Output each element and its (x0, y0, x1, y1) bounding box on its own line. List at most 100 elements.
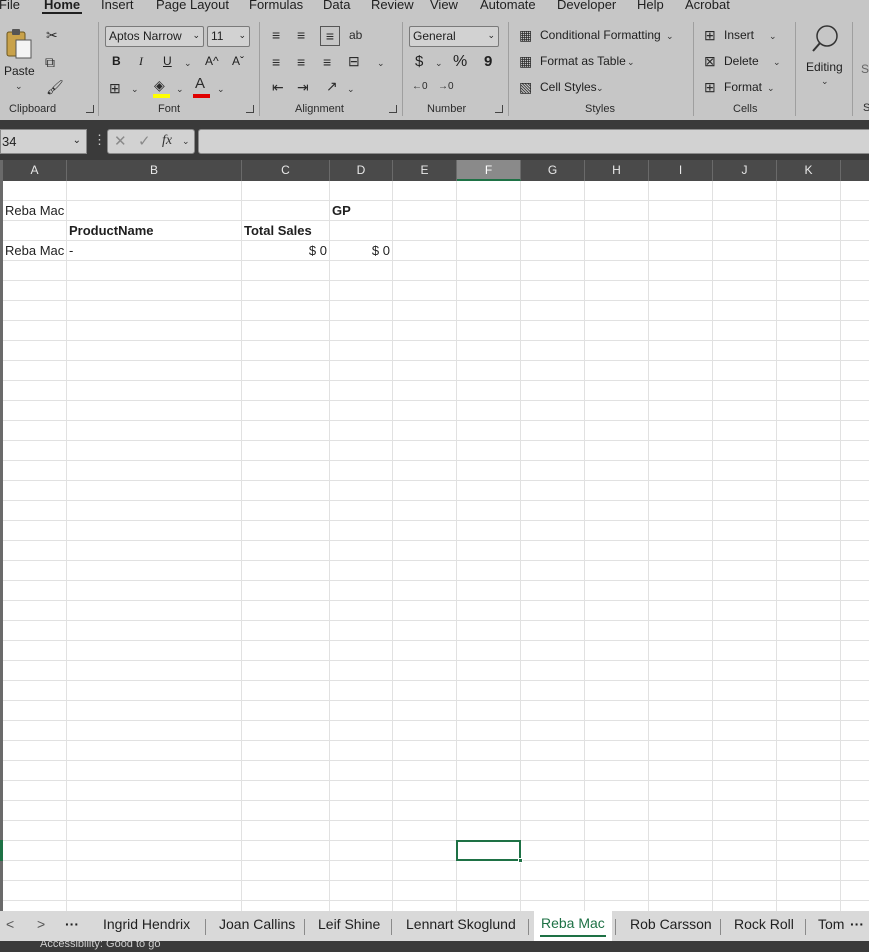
column-header-i[interactable]: I (649, 160, 713, 181)
wrap-text-icon[interactable]: ab (349, 28, 362, 42)
menu-page-layout[interactable]: Page Layout (156, 0, 229, 12)
align-bottom-icon[interactable]: ≡ (320, 26, 340, 46)
font-size-select[interactable]: 11 ⌄ (207, 26, 250, 47)
shrink-font-button[interactable]: Aˇ (232, 54, 244, 68)
orientation-icon[interactable]: ↗ (326, 79, 338, 93)
accessibility-status[interactable]: Accessibility: Good to go (40, 941, 160, 950)
number-format-select[interactable]: General ⌄ (409, 26, 499, 47)
menu-developer[interactable]: Developer (557, 0, 616, 12)
cell-d2[interactable]: GP (332, 201, 351, 221)
bold-button[interactable]: B (112, 54, 121, 68)
enter-icon[interactable]: ✓ (138, 132, 151, 150)
chevron-down-icon[interactable]: ⌄ (347, 84, 355, 95)
number-launcher-icon[interactable] (495, 105, 503, 113)
font-name-select[interactable]: Aptos Narrow ⌄ (105, 26, 204, 47)
align-right-icon[interactable]: ≡ (323, 55, 331, 69)
italic-button[interactable]: I (139, 54, 143, 69)
column-header-j[interactable]: J (713, 160, 777, 181)
tab-more-left[interactable]: ··· (65, 916, 79, 932)
column-header-f[interactable]: F (457, 160, 521, 181)
sheet-tab-tom[interactable]: Tom (818, 916, 844, 932)
sheet-tab-reba-mac[interactable]: Reba Mac (534, 911, 612, 941)
align-center-icon[interactable]: ≡ (297, 55, 305, 69)
chevron-down-icon[interactable]: ⌄ (176, 84, 184, 95)
merge-center-icon[interactable]: ⊟ (348, 54, 360, 68)
increase-indent-icon[interactable]: ⇥ (297, 80, 309, 94)
menu-automate[interactable]: Automate (480, 0, 536, 12)
column-header-k[interactable]: K (777, 160, 841, 181)
tab-nav-next[interactable]: > (37, 916, 45, 932)
sheet-tab-lennart-skoglund[interactable]: Lennart Skoglund (406, 916, 516, 932)
cut-icon[interactable]: ✂ (46, 28, 58, 42)
delete-cells-button[interactable]: ⊠ Delete ⌄ (704, 54, 784, 72)
copy-icon[interactable]: ⧉ (45, 55, 55, 69)
active-cell[interactable] (456, 840, 523, 863)
menu-help[interactable]: Help (637, 0, 664, 12)
menu-file[interactable]: File (0, 0, 20, 12)
insert-cells-button[interactable]: ⊞ Insert ⌄ (704, 28, 784, 46)
font-color-icon[interactable]: A (195, 76, 205, 91)
column-header-a[interactable]: A (3, 160, 67, 181)
fill-handle[interactable] (518, 858, 523, 863)
column-header-e[interactable]: E (393, 160, 457, 181)
cell-a4[interactable]: Reba Mac (5, 241, 64, 261)
align-left-icon[interactable]: ≡ (272, 55, 280, 69)
borders-icon[interactable]: ⊞ (109, 81, 121, 95)
conditional-formatting-button[interactable]: ▦ Conditional Formatting ⌄ (519, 28, 679, 46)
decrease-indent-icon[interactable]: ⇤ (272, 80, 284, 94)
fill-color-icon[interactable]: ◈ (154, 78, 165, 92)
sheet-tab-ingrid-hendrix[interactable]: Ingrid Hendrix (103, 916, 190, 932)
insert-function-button[interactable]: fx (162, 133, 172, 149)
menu-data[interactable]: Data (323, 0, 350, 12)
alignment-launcher-icon[interactable] (389, 105, 397, 113)
menu-insert[interactable]: Insert (101, 0, 134, 12)
format-as-table-button[interactable]: ▦ Format as Table ⌄ (519, 54, 639, 72)
cell-c3[interactable]: Total Sales (244, 221, 312, 241)
align-top-icon[interactable]: ≡ (272, 28, 280, 42)
menu-review[interactable]: Review (371, 0, 414, 12)
percent-button[interactable]: % (453, 53, 467, 71)
editing-button[interactable]: Editing ⌄ (804, 24, 848, 94)
sheet-tab-joan-callins[interactable]: Joan Callins (219, 916, 295, 932)
menu-view[interactable]: View (430, 0, 458, 12)
chevron-down-icon[interactable]: ⌄ (131, 84, 139, 95)
worksheet-grid[interactable]: Reba Mac GP ProductName Total Sales Reba… (0, 181, 869, 911)
chevron-down-icon[interactable]: ⌄ (184, 58, 192, 69)
column-header-h[interactable]: H (585, 160, 649, 181)
currency-button[interactable]: $ (415, 53, 423, 70)
column-header-d[interactable]: D (330, 160, 393, 181)
chevron-down-icon[interactable]: ⌄ (182, 136, 190, 147)
column-header-c[interactable]: C (242, 160, 330, 181)
clipboard-launcher-icon[interactable] (86, 105, 94, 113)
menu-acrobat[interactable]: Acrobat (685, 0, 730, 12)
chevron-down-icon[interactable]: ⌄ (435, 58, 443, 69)
cell-b3[interactable]: ProductName (69, 221, 154, 241)
comma-button[interactable]: 9 (484, 53, 492, 70)
cell-a2[interactable]: Reba Mac (5, 201, 64, 221)
format-cells-button[interactable]: ⊞ Format ⌄ (704, 80, 784, 98)
paste-button[interactable]: Paste ⌄ (2, 28, 36, 104)
chevron-down-icon[interactable]: ⌄ (377, 58, 385, 69)
sheet-tab-rock-roll[interactable]: Rock Roll (734, 916, 794, 932)
sheet-tab-rob-carsson[interactable]: Rob Carsson (630, 916, 712, 932)
menu-formulas[interactable]: Formulas (249, 0, 303, 12)
column-header-g[interactable]: G (521, 160, 585, 181)
cell-c4[interactable]: $ 0 (244, 241, 327, 261)
format-painter-icon[interactable]: 🖌 (46, 80, 64, 94)
formula-input[interactable] (198, 129, 869, 154)
cell-d4[interactable]: $ 0 (332, 241, 390, 261)
decrease-decimal-icon[interactable]: →0 (438, 80, 454, 94)
font-launcher-icon[interactable] (246, 105, 254, 113)
menu-home[interactable]: Home (44, 0, 80, 12)
cell-styles-button[interactable]: ▧ Cell Styles ⌄ (519, 80, 609, 98)
cell-b4[interactable]: - (69, 241, 73, 261)
tab-nav-prev[interactable]: < (6, 916, 14, 932)
align-middle-icon[interactable]: ≡ (297, 28, 305, 42)
grow-font-button[interactable]: A^ (205, 54, 219, 68)
chevron-down-icon[interactable]: ⌄ (217, 84, 225, 95)
underline-button[interactable]: U (163, 54, 172, 68)
increase-decimal-icon[interactable]: ←0 (412, 80, 428, 94)
name-box[interactable]: 34 ⌄ (0, 129, 87, 154)
sheet-tab-leif-shine[interactable]: Leif Shine (318, 916, 380, 932)
tab-more-right[interactable]: ··· (850, 916, 864, 932)
